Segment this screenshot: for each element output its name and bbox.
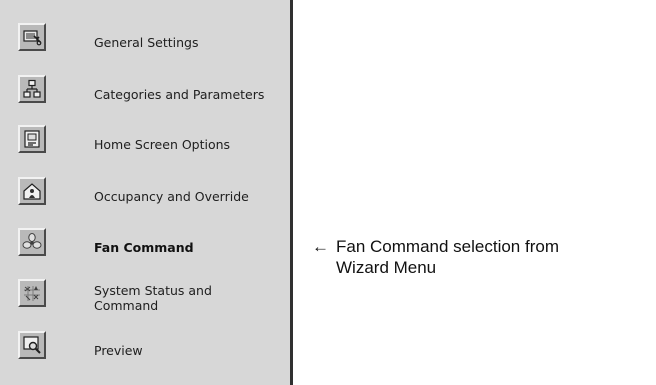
system-status-icon bbox=[18, 279, 46, 307]
menu-item-label: Occupancy and Override bbox=[94, 188, 249, 204]
menu-item-label: Preview bbox=[94, 342, 143, 358]
menu-item-fan-command[interactable]: Fan Command bbox=[0, 221, 290, 273]
menu-item-categories-and-parameters[interactable]: Categories and Parameters bbox=[0, 68, 290, 120]
wizard-menu: General Settings Categories and Paramete… bbox=[0, 0, 293, 385]
menu-item-home-screen-options[interactable]: Home Screen Options bbox=[0, 118, 290, 170]
menu-item-label: Home Screen Options bbox=[94, 136, 231, 152]
menu-item-general-settings[interactable]: General Settings bbox=[0, 16, 290, 68]
menu-item-label: Categories and Parameters bbox=[94, 86, 265, 102]
menu-item-label: General Settings bbox=[94, 34, 199, 50]
menu-item-system-status-and-command[interactable]: System Status and Command bbox=[0, 272, 290, 324]
menu-item-label: Fan Command bbox=[94, 239, 194, 255]
categories-icon bbox=[18, 75, 46, 103]
menu-item-occupancy-and-override[interactable]: Occupancy and Override bbox=[0, 170, 290, 222]
annotation-text-line2: Wizard Menu bbox=[336, 258, 437, 277]
left-arrow-icon: ← bbox=[312, 237, 329, 256]
fan-icon bbox=[18, 228, 46, 256]
preview-icon bbox=[18, 331, 46, 359]
home-screen-icon bbox=[18, 125, 46, 153]
annotation-text-line1: Fan Command selection from bbox=[336, 237, 559, 256]
general-settings-icon bbox=[18, 23, 46, 51]
menu-item-preview[interactable]: Preview bbox=[0, 324, 290, 376]
menu-item-label: System Status and Command bbox=[94, 283, 212, 313]
occupancy-icon bbox=[18, 177, 46, 205]
